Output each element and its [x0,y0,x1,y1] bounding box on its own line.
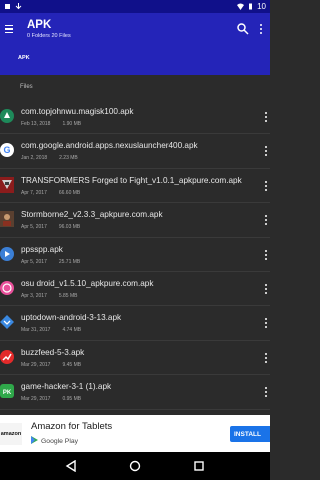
file-date: Mar 29, 2017 [21,396,51,403]
file-row[interactable]: TRANSFORMERS Forged to Fight_v1.0.1_apkp… [0,169,270,204]
uptodown-app-icon [0,313,14,331]
status-left [4,3,22,10]
row-more-icon[interactable] [262,385,270,399]
back-icon[interactable] [64,459,78,473]
row-more-icon[interactable] [262,179,270,193]
file-size: 5.85 MB [58,292,78,299]
file-size: 0.95 MB [62,396,82,403]
file-row[interactable]: G com.google.android.apps.nexuslauncher4… [0,134,270,169]
file-meta: Apr 5, 2017 96.03 MB [21,224,80,230]
file-name: buzzfeed-5-3.apk [21,347,85,357]
file-size: 96.03 MB [58,224,81,231]
file-row[interactable]: com.topjohnwu.magisk100.apk Feb 13, 2018… [0,100,270,135]
file-size: 2.23 MB [59,155,78,162]
row-more-icon[interactable] [262,316,270,330]
wifi-icon [237,3,245,10]
home-icon[interactable] [128,459,142,473]
stormborne-app-icon [0,210,14,228]
ad-title: Amazon for Tablets [31,421,113,432]
file-meta: Apr 7, 2017 66.60 MB [21,190,80,196]
recents-icon[interactable] [192,459,206,473]
file-size: 25.71 MB [58,258,81,265]
app-header: APK 0 Folders 20 Files APK [0,13,270,75]
row-more-icon[interactable] [262,351,270,365]
file-size: 66.60 MB [58,189,81,196]
file-name: game-hacker-3-1 (1).apk [21,382,112,392]
file-date: Feb 13, 2018 [21,121,51,127]
ad-store: Google Play [31,436,78,446]
file-row[interactable]: PK game-hacker-3-1 (1).apk Mar 29, 2017 0… [0,375,270,410]
file-date: Jan 2, 2018 [21,155,48,162]
svg-text:G: G [3,145,10,155]
file-name: uptodown-android-3-13.apk [21,313,122,323]
file-size: 4.74 MB [62,327,82,334]
amazon-logo: amazon [0,423,22,445]
game-hacker-app-icon: PK [0,382,14,400]
status-right: 10 [237,2,266,11]
file-meta: Mar 31, 2017 4.74 MB [21,327,81,333]
file-date: Apr 5, 2017 [21,224,47,231]
file-meta: Mar 29, 2017 0.95 MB [21,396,81,402]
buzzfeed-app-icon [0,348,14,366]
ppsspp-app-icon [0,245,14,263]
file-name: com.topjohnwu.magisk100.apk [21,107,134,116]
row-more-icon[interactable] [262,213,270,227]
row-more-icon[interactable] [262,248,270,262]
transformers-app-icon [0,176,14,194]
battery-icon [247,3,254,10]
file-meta: Apr 3, 2017 5.85 MB [21,293,77,299]
file-name: ppsspp.apk [21,244,63,254]
folder-summary: 0 Folders 20 Files [27,33,71,39]
file-row[interactable]: buzzfeed-5-3.apk Mar 29, 2017 9.45 MB [0,341,270,376]
osu-app-icon [0,279,14,297]
menu-icon[interactable] [0,21,18,37]
file-meta: Jan 2, 2018 2.23 MB [21,155,78,161]
file-list: com.topjohnwu.magisk100.apk Feb 13, 2018… [0,100,270,410]
file-date: Mar 29, 2017 [21,361,51,368]
file-meta: Mar 29, 2017 9.45 MB [21,362,81,368]
search-icon[interactable] [236,22,250,36]
file-size: 1.90 MB [62,121,82,127]
magisk-app-icon [0,107,14,125]
breadcrumb[interactable]: APK [18,55,30,61]
file-row[interactable]: uptodown-android-3-13.apk Mar 31, 2017 4.… [0,306,270,341]
install-button[interactable]: INSTALL [230,426,270,442]
row-more-icon[interactable] [262,144,270,158]
notification-icon [4,3,11,10]
svg-text:PK: PK [3,390,12,396]
file-row[interactable]: ppsspp.apk Apr 5, 2017 25.71 MB [0,238,270,272]
row-more-icon[interactable] [262,110,270,124]
file-name: Stormborne2_v2.3.3_apkpure.com.apk [21,210,163,220]
file-date: Apr 3, 2017 [21,292,47,299]
file-date: Apr 7, 2017 [21,189,47,196]
section-label: Files [20,84,33,90]
navigation-bar [0,452,270,480]
file-meta: Apr 5, 2017 25.71 MB [21,259,80,265]
file-row[interactable]: osu droid_v1.5.10_apkpure.com.apk Apr 3,… [0,272,270,307]
file-date: Apr 5, 2017 [21,258,47,265]
ad-banner[interactable]: amazon Amazon for Tablets Google Play IN… [0,415,270,452]
google-play-icon [31,436,38,446]
file-row[interactable]: Stormborne2_v2.3.3_apkpure.com.apk Apr 5… [0,203,270,238]
file-date: Mar 31, 2017 [21,327,51,334]
file-name: com.google.android.apps.nexuslauncher400… [21,141,198,151]
file-name: TRANSFORMERS Forged to Fight_v1.0.1_apkp… [21,175,242,185]
google-app-icon: G [0,141,14,159]
status-bar: 10 [0,0,270,13]
row-more-icon[interactable] [262,282,270,296]
more-options-icon[interactable] [256,22,266,36]
ad-store-name: Google Play [41,437,79,445]
download-icon [15,3,22,10]
page-title: APK [27,19,52,31]
file-meta: Feb 13, 2018 1.90 MB [21,121,81,127]
file-size: 9.45 MB [62,361,82,368]
file-name: osu droid_v1.5.10_apkpure.com.apk [21,278,154,288]
status-time: 10 [257,2,266,11]
